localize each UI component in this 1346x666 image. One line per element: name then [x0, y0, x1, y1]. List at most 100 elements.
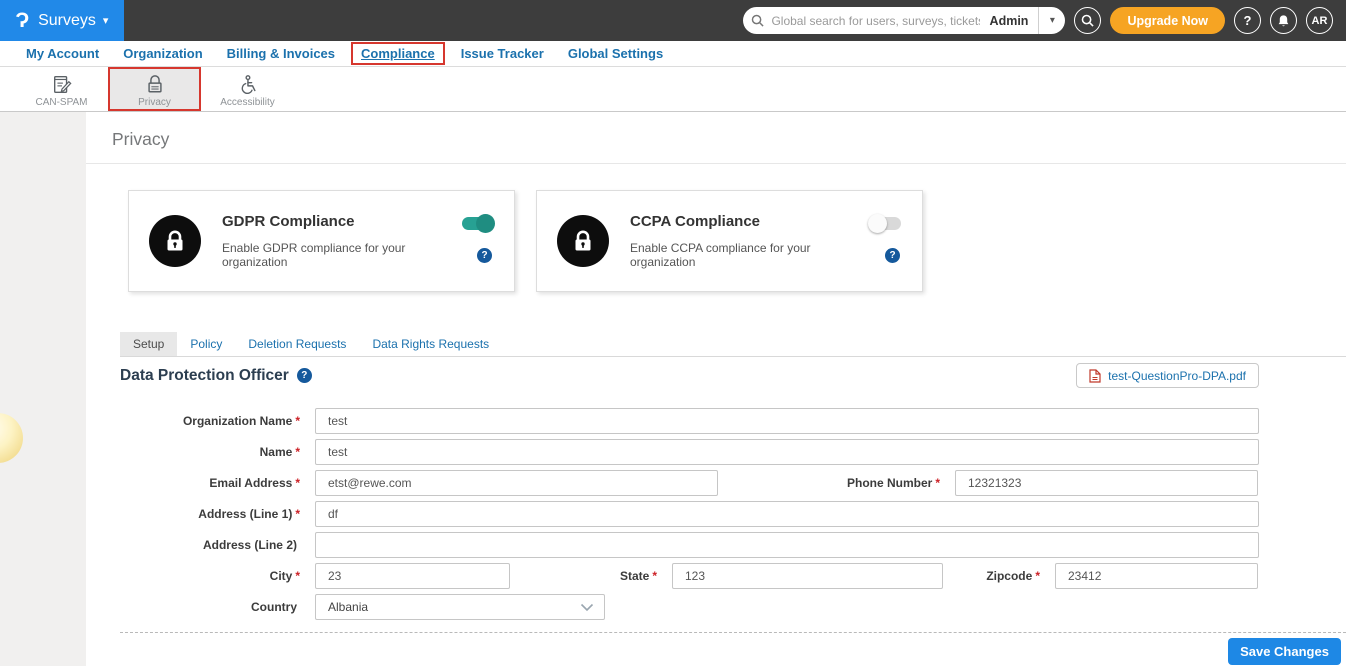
search-button[interactable] — [1074, 7, 1101, 34]
card-title: CCPA Compliance — [630, 213, 856, 230]
required-asterisk: * — [295, 445, 300, 459]
card-title: GDPR Compliance — [222, 213, 448, 230]
field-label: Email Address* — [120, 476, 315, 490]
field-label: City* — [120, 569, 315, 583]
nav-my-account[interactable]: My Account — [14, 44, 111, 63]
country-selected-value: Albania — [328, 600, 368, 614]
required-asterisk: * — [295, 569, 300, 583]
field-label: Address (Line 2) — [120, 538, 315, 552]
global-search: Admin ▾ — [743, 7, 1065, 34]
pdf-file-icon — [1089, 369, 1101, 383]
nav-billing-invoices[interactable]: Billing & Invoices — [215, 44, 347, 63]
wheelchair-icon — [237, 73, 258, 95]
main-area: Privacy GDPR Compliance Enable GDPR comp… — [0, 112, 1346, 666]
required-asterisk: * — [295, 476, 300, 490]
compliance-cards: GDPR Compliance Enable GDPR compliance f… — [128, 190, 923, 292]
toolbar-item-label: Accessibility — [220, 97, 274, 108]
ccpa-toggle[interactable] — [870, 217, 901, 230]
pdf-file-name: test-QuestionPro-DPA.pdf — [1108, 369, 1246, 383]
country-select[interactable]: Albania — [315, 594, 605, 620]
privacy-panel: Privacy GDPR Compliance Enable GDPR comp… — [86, 112, 1346, 666]
state-input[interactable] — [672, 563, 943, 589]
search-scope-dropdown[interactable]: ▾ — [1039, 7, 1065, 34]
nav-organization[interactable]: Organization — [111, 44, 214, 63]
tab-data-rights-requests[interactable]: Data Rights Requests — [359, 332, 502, 356]
gdpr-card: GDPR Compliance Enable GDPR compliance f… — [128, 190, 515, 292]
form-row: Name* — [120, 439, 1259, 465]
nav-issue-tracker[interactable]: Issue Tracker — [449, 44, 556, 63]
questionpro-logo-icon: Ɂ — [16, 10, 30, 31]
nav-compliance[interactable]: Compliance — [351, 42, 445, 65]
toolbar-accessibility[interactable]: Accessibility — [201, 67, 294, 111]
lock-icon — [557, 215, 609, 267]
tab-deletion-requests[interactable]: Deletion Requests — [235, 332, 359, 356]
required-asterisk: * — [295, 507, 300, 521]
card-description: Enable GDPR compliance for your organiza… — [222, 241, 448, 269]
email-address-input[interactable] — [315, 470, 718, 496]
page-title: Privacy — [86, 112, 1346, 164]
form-row: City* State* Zipcode* — [120, 563, 1259, 589]
document-pencil-icon — [51, 73, 73, 95]
section-title: Data Protection Officer — [120, 367, 289, 385]
section-header: Data Protection Officer ? test-QuestionP… — [120, 363, 1259, 388]
privacy-tabs: Setup Policy Deletion Requests Data Righ… — [120, 332, 1346, 357]
field-label: Country — [120, 600, 315, 614]
ccpa-card: CCPA Compliance Enable CCPA compliance f… — [536, 190, 923, 292]
compliance-toolbar: CAN-SPAM Privacy Accessibility — [0, 67, 1346, 112]
feedback-orb[interactable] — [0, 413, 23, 463]
required-asterisk: * — [1035, 569, 1040, 583]
nav-global-settings[interactable]: Global Settings — [556, 44, 675, 63]
organization-name-input[interactable] — [315, 408, 1259, 434]
field-label: Organization Name* — [120, 414, 315, 428]
notifications-button[interactable] — [1270, 7, 1297, 34]
avatar[interactable]: AR — [1306, 7, 1333, 34]
chevron-down-icon — [580, 603, 594, 612]
toolbar-privacy[interactable]: Privacy — [108, 67, 201, 111]
tab-setup[interactable]: Setup — [120, 332, 177, 356]
toggle-knob — [868, 214, 887, 233]
admin-nav: My Account Organization Billing & Invoic… — [0, 41, 1346, 67]
help-icon[interactable]: ? — [885, 248, 900, 263]
help-icon[interactable]: ? — [297, 368, 312, 383]
search-scope-label: Admin — [980, 14, 1039, 28]
address-line2-input[interactable] — [315, 532, 1259, 558]
divider — [120, 632, 1346, 633]
toolbar-item-label: Privacy — [138, 97, 171, 108]
gdpr-toggle[interactable] — [462, 217, 493, 230]
card-description: Enable CCPA compliance for your organiza… — [630, 241, 856, 269]
address-line1-input[interactable] — [315, 501, 1259, 527]
dpa-pdf-link[interactable]: test-QuestionPro-DPA.pdf — [1076, 363, 1259, 388]
help-button[interactable]: ? — [1234, 7, 1261, 34]
required-asterisk: * — [652, 569, 657, 583]
form-row: Address (Line 2) — [120, 532, 1259, 558]
city-input[interactable] — [315, 563, 510, 589]
form-row: Organization Name* — [120, 408, 1259, 434]
tab-policy[interactable]: Policy — [177, 332, 235, 356]
padlock-icon — [145, 73, 165, 95]
search-icon — [743, 14, 771, 27]
form-row: Country Albania — [120, 594, 1259, 620]
chevron-down-icon: ▾ — [103, 14, 109, 27]
toggle-knob — [476, 214, 495, 233]
field-label: Name* — [120, 445, 315, 459]
save-changes-button[interactable]: Save Changes — [1228, 638, 1341, 665]
form-row: Email Address* Phone Number* — [120, 470, 1259, 496]
required-asterisk: * — [295, 414, 300, 428]
help-icon[interactable]: ? — [477, 248, 492, 263]
search-input[interactable] — [771, 14, 979, 28]
name-input[interactable] — [315, 439, 1259, 465]
product-switcher[interactable]: Ɂ Surveys ▾ — [0, 0, 124, 41]
zipcode-input[interactable] — [1055, 563, 1258, 589]
dpo-form: Organization Name* Name* Email Address* … — [120, 408, 1259, 625]
upgrade-now-button[interactable]: Upgrade Now — [1110, 7, 1225, 34]
field-label: Zipcode* — [943, 569, 1055, 583]
field-label: Address (Line 1)* — [120, 507, 315, 521]
lock-icon — [149, 215, 201, 267]
form-row: Address (Line 1)* — [120, 501, 1259, 527]
toolbar-can-spam[interactable]: CAN-SPAM — [15, 67, 108, 111]
topbar-actions: Admin ▾ Upgrade Now ? AR — [743, 7, 1346, 34]
phone-number-input[interactable] — [955, 470, 1258, 496]
product-name: Surveys — [38, 12, 96, 30]
field-label: Phone Number* — [718, 476, 955, 490]
required-asterisk: * — [935, 476, 940, 490]
